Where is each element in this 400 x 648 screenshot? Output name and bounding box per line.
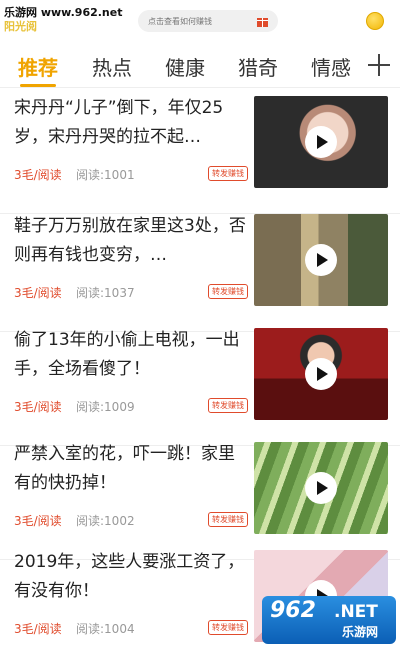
- tab-curious[interactable]: 猎奇: [238, 52, 278, 81]
- play-icon[interactable]: [305, 358, 337, 390]
- gift-icon: [257, 18, 268, 27]
- feed-item-title[interactable]: 严禁入室的花，吓一跳！家里有的快扔掉！: [14, 440, 250, 498]
- app-logo[interactable]: 阳光阅: [4, 18, 37, 34]
- reward-label: 3毛/阅读: [14, 622, 62, 636]
- video-thumbnail[interactable]: [254, 328, 388, 420]
- search-placeholder: 点击查看如何赚钱: [148, 16, 212, 26]
- tab-hot[interactable]: 热点: [92, 52, 132, 81]
- share-earn-badge[interactable]: 转发赚钱: [208, 398, 248, 413]
- reward-label: 3毛/阅读: [14, 286, 62, 300]
- tab-emotion[interactable]: 情感: [311, 52, 351, 81]
- tab-recommend[interactable]: 推荐: [18, 52, 58, 81]
- reward-label: 3毛/阅读: [14, 168, 62, 182]
- feed-item-title[interactable]: 鞋子万万别放在家里这3处，否则再有钱也变穷，…: [14, 212, 250, 270]
- read-count: 阅读:1037: [76, 286, 135, 300]
- reward-label: 3毛/阅读: [14, 514, 62, 528]
- share-earn-badge[interactable]: 转发赚钱: [208, 512, 248, 527]
- feed-item[interactable]: 严禁入室的花，吓一跳！家里有的快扔掉！ 3毛/阅读 阅读:1002 转发赚钱: [0, 436, 400, 560]
- feed-item[interactable]: 偷了13年的小偷上电视，一出手，全场看傻了！ 3毛/阅读 阅读:1009 转发赚…: [0, 322, 400, 446]
- tab-health[interactable]: 健康: [165, 52, 205, 81]
- read-count: 阅读:1004: [76, 622, 135, 636]
- add-channel-icon[interactable]: [368, 54, 390, 76]
- read-count: 阅读:1002: [76, 514, 135, 528]
- search-bar[interactable]: 点击查看如何赚钱: [138, 10, 278, 32]
- watermark-cn: 乐游网: [342, 625, 379, 639]
- play-icon[interactable]: [305, 472, 337, 504]
- feed-item[interactable]: 鞋子万万别放在家里这3处，否则再有钱也变穷，… 3毛/阅读 阅读:1037 转发…: [0, 208, 400, 332]
- share-earn-badge[interactable]: 转发赚钱: [208, 166, 248, 181]
- watermark-logo: 962 .NET 乐游网: [262, 596, 396, 644]
- feed-item[interactable]: 宋丹丹“儿子”倒下，年仅25岁，宋丹丹哭的拉不起… 3毛/阅读 阅读:1001 …: [0, 90, 400, 214]
- feed-item-title[interactable]: 2019年，这些人要涨工资了，有没有你！: [14, 548, 250, 606]
- share-earn-badge[interactable]: 转发赚钱: [208, 284, 248, 299]
- share-earn-badge[interactable]: 转发赚钱: [208, 620, 248, 635]
- watermark-net: .NET: [334, 602, 378, 622]
- app-header: 乐游网 www.962.net 阳光阅 点击查看如何赚钱: [0, 0, 400, 40]
- video-thumbnail[interactable]: [254, 96, 388, 188]
- reward-label: 3毛/阅读: [14, 400, 62, 414]
- watermark-number: 962: [270, 598, 316, 623]
- coin-icon[interactable]: [366, 12, 384, 30]
- play-icon[interactable]: [305, 126, 337, 158]
- play-icon[interactable]: [305, 244, 337, 276]
- tab-indicator: [20, 84, 56, 87]
- feed-item-title[interactable]: 偷了13年的小偷上电视，一出手，全场看傻了！: [14, 326, 250, 384]
- category-tabs: 推荐 热点 健康 猎奇 情感: [0, 44, 400, 88]
- feed-item-title[interactable]: 宋丹丹“儿子”倒下，年仅25岁，宋丹丹哭的拉不起…: [14, 94, 250, 152]
- read-count: 阅读:1009: [76, 400, 135, 414]
- video-thumbnail[interactable]: [254, 214, 388, 306]
- video-thumbnail[interactable]: [254, 442, 388, 534]
- read-count: 阅读:1001: [76, 168, 135, 182]
